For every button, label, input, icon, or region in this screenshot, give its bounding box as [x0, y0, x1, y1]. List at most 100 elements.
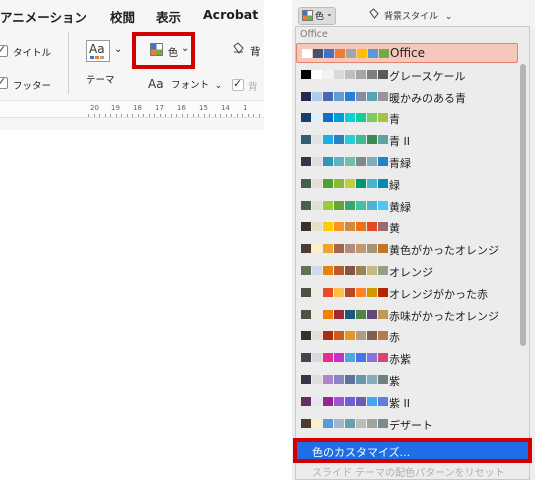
color-swatch	[334, 375, 344, 384]
ruler-tick	[159, 114, 161, 117]
theme-item[interactable]: オレンジ	[296, 261, 518, 281]
color-swatch	[334, 135, 344, 145]
theme-swatches	[301, 375, 389, 384]
theme-item[interactable]: 紫	[296, 370, 518, 390]
color-swatch	[378, 375, 388, 384]
ruler-tick	[99, 114, 100, 117]
font-button[interactable]: Aa フォント ⌄	[148, 77, 222, 91]
color-swatch	[334, 266, 344, 275]
color-swatch	[301, 200, 311, 210]
theme-item[interactable]: 青 II	[296, 130, 518, 150]
background-format-icon[interactable]	[232, 42, 245, 55]
theme-name: 黄緑	[389, 200, 411, 214]
color-swatch	[312, 418, 322, 428]
theme-name: 暖かみのある青	[389, 91, 466, 105]
theme-item[interactable]: 緑	[296, 174, 518, 194]
theme-swatches	[301, 178, 389, 188]
color-swatch	[378, 157, 388, 166]
theme-item[interactable]: 黄色がかったオレンジ	[296, 239, 518, 259]
color-swatch	[312, 396, 322, 406]
color-swatch	[345, 396, 355, 406]
theme-button[interactable]: Aa	[86, 40, 110, 62]
theme-item[interactable]: 赤紫	[296, 348, 518, 368]
scrollbar-thumb[interactable]	[520, 64, 526, 346]
theme-item[interactable]: 紫 II	[296, 392, 518, 412]
color-swatch	[312, 135, 322, 145]
theme-name: 青	[389, 113, 400, 127]
color-swatch	[345, 69, 355, 79]
footer-checkbox[interactable]	[0, 75, 8, 89]
color-swatch	[301, 91, 311, 101]
theme-item[interactable]: 黄緑	[296, 196, 518, 216]
theme-swatches	[301, 418, 389, 428]
color-swatch	[345, 353, 355, 363]
color-swatch	[301, 375, 311, 384]
theme-swatches	[301, 331, 389, 341]
theme-swatches	[301, 287, 389, 297]
tab-view[interactable]: 表示	[156, 7, 181, 26]
theme-item[interactable]: グレースケール	[296, 65, 518, 85]
color-swatch	[301, 69, 311, 79]
color-swatch	[367, 91, 377, 101]
color-swatch	[356, 113, 366, 123]
theme-swatches	[301, 113, 389, 123]
color-swatch	[334, 91, 344, 101]
ruler-tick	[253, 114, 254, 117]
section-header: Office	[300, 29, 328, 40]
color-swatch	[312, 244, 322, 254]
theme-item[interactable]: Office	[296, 43, 518, 63]
title-check-label: タイトル	[13, 48, 52, 59]
color-swatch	[323, 396, 333, 406]
theme-item[interactable]: 青	[296, 108, 518, 128]
color-swatch	[367, 331, 377, 341]
color-swatch	[301, 396, 311, 406]
color-swatch	[345, 91, 355, 101]
theme-chevron-icon[interactable]: ⌄	[114, 44, 122, 55]
theme-item[interactable]: 黄	[296, 217, 518, 237]
title-checkbox[interactable]	[0, 43, 8, 57]
theme-swatches	[301, 309, 389, 319]
tab-acrobat[interactable]: Acrobat	[203, 7, 258, 22]
ruler-tick	[110, 114, 111, 117]
color-dropdown-button[interactable]: 色 ⌄	[298, 7, 336, 25]
color-swatch	[356, 266, 366, 275]
theme-item[interactable]: 青緑	[296, 152, 518, 172]
reset-colors-item[interactable]: スライド テーマの配色パターンをリセット	[312, 464, 505, 479]
color-swatch	[356, 331, 366, 341]
color-swatch	[302, 49, 312, 58]
color-swatch	[345, 331, 355, 341]
color-swatch	[378, 266, 388, 275]
theme-name: デザート	[389, 418, 433, 432]
color-swatch	[357, 49, 367, 58]
color-swatch	[356, 309, 366, 319]
theme-item[interactable]: オレンジがかった赤	[296, 283, 518, 303]
color-swatch	[334, 69, 344, 79]
color-swatch	[367, 69, 377, 79]
color-swatch	[356, 69, 366, 79]
color-swatch	[312, 113, 322, 123]
color-button-label: 色	[315, 12, 325, 22]
background-style-button[interactable]: 背景スタイル ⌄	[384, 9, 452, 22]
color-swatch	[312, 375, 322, 384]
tab-animations[interactable]: アニメーション	[0, 7, 87, 26]
font-chevron-icon: ⌄	[214, 81, 223, 91]
color-swatch	[312, 331, 322, 341]
color-swatch	[312, 222, 322, 232]
theme-item[interactable]: 暖かみのある青	[296, 87, 518, 107]
ruler-tick	[242, 114, 243, 117]
color-swatch	[323, 178, 333, 188]
color-swatch	[301, 309, 311, 319]
ruler-number: 17	[155, 104, 164, 112]
color-swatch	[367, 375, 377, 384]
background-checkbox[interactable]	[232, 77, 244, 91]
theme-item[interactable]: 赤	[296, 326, 518, 346]
theme-item[interactable]: 赤味がかったオレンジ	[296, 305, 518, 325]
color-swatch	[334, 353, 344, 363]
color-swatch	[323, 135, 333, 145]
theme-name: 青 II	[389, 135, 410, 149]
tab-review[interactable]: 校閲	[110, 7, 135, 26]
color-swatch	[334, 331, 344, 341]
theme-item[interactable]: デザート	[296, 414, 518, 434]
ruler-tick	[225, 114, 227, 117]
theme-swatches	[301, 353, 389, 363]
